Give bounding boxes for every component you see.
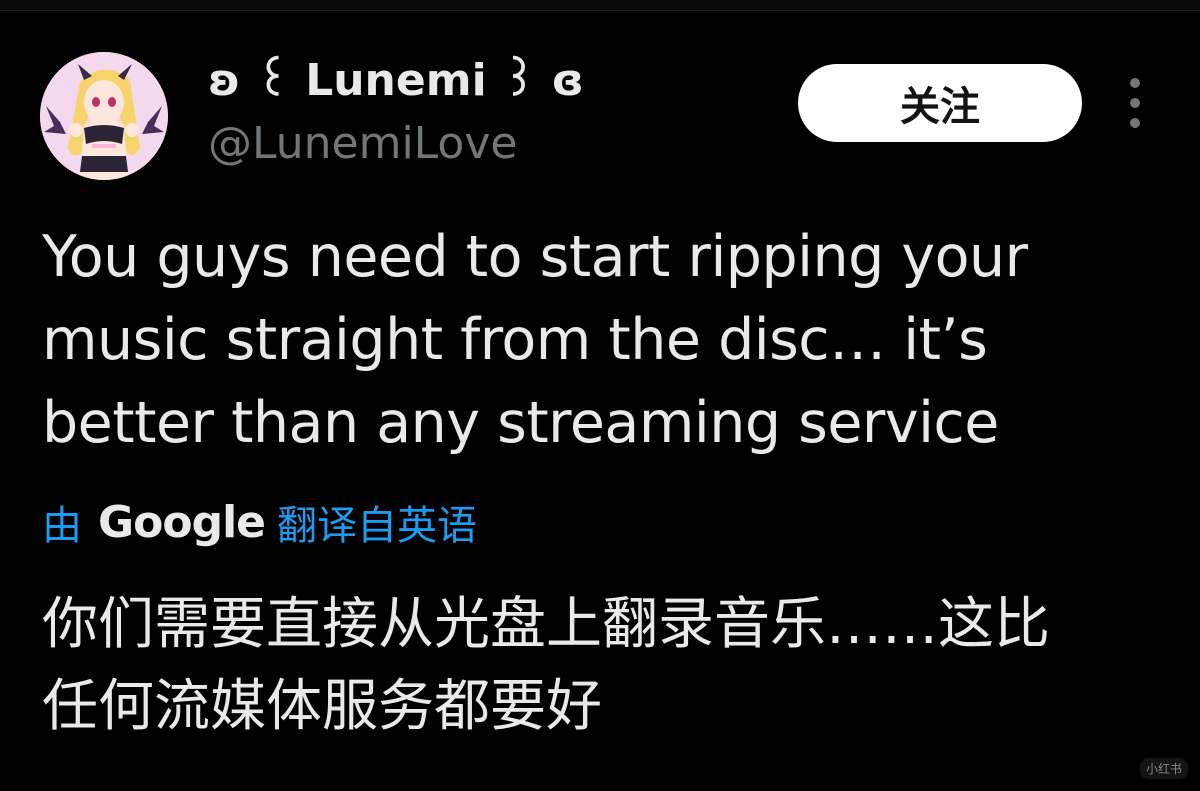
- tweet-text: You guys need to start ripping your musi…: [42, 224, 1028, 456]
- google-logo: Google: [98, 496, 266, 548]
- more-options-button[interactable]: [1116, 78, 1154, 128]
- translation-prefix: 由: [42, 503, 82, 549]
- author-display-name[interactable]: ʚ ꒰ Lunemi ꒱ ɞ: [208, 54, 584, 108]
- translated-tweet-text: 你们需要直接从光盘上翻录音乐……这比 任何流媒体服务都要好: [42, 592, 1050, 739]
- more-vertical-icon: [1130, 118, 1140, 128]
- anime-avatar-icon: [40, 52, 168, 180]
- app-watermark: 小红书: [1139, 758, 1188, 779]
- translated-by-google-link[interactable]: 由 Google 翻译自英语: [42, 494, 477, 550]
- top-divider: [0, 0, 1200, 11]
- follow-button[interactable]: 关注: [798, 64, 1082, 142]
- translation-suffix: 翻译自英语: [277, 503, 477, 549]
- more-vertical-icon: [1130, 78, 1140, 88]
- more-vertical-icon: [1130, 98, 1140, 108]
- author-handle[interactable]: @LunemiLove: [208, 116, 517, 172]
- author-avatar[interactable]: [40, 52, 168, 180]
